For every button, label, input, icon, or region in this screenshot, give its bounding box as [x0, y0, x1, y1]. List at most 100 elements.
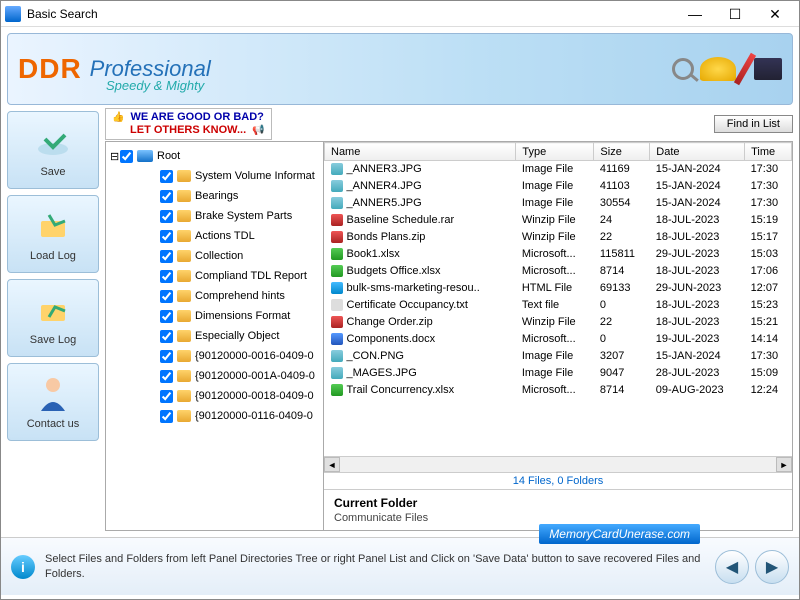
maximize-button[interactable]: ☐ — [715, 2, 755, 26]
table-row[interactable]: Bonds Plans.zipWinzip File2218-JUL-20231… — [325, 229, 792, 246]
table-row[interactable]: bulk-sms-marketing-resou..HTML File69133… — [325, 280, 792, 297]
column-header[interactable]: Time — [745, 143, 792, 161]
file-icon — [331, 333, 343, 345]
table-row[interactable]: Components.docxMicrosoft...019-JUL-20231… — [325, 331, 792, 348]
tree-item[interactable]: {90120000-0016-0409-0 — [110, 346, 319, 366]
tree-item[interactable]: System Volume Informat — [110, 166, 319, 186]
tree-item-label: {90120000-0116-0409-0 — [195, 410, 313, 422]
book-icon — [754, 58, 782, 80]
table-row[interactable]: _ANNER5.JPGImage File3055415-JAN-202417:… — [325, 195, 792, 212]
tree-item[interactable]: Bearings — [110, 186, 319, 206]
folder-save-icon — [33, 290, 73, 330]
feedback-line1: WE ARE GOOD OR BAD? — [130, 111, 263, 123]
tree-item-label: Actions TDL — [195, 230, 255, 242]
sidebar-item-label: Contact us — [27, 418, 80, 430]
tree-item[interactable]: Brake System Parts — [110, 206, 319, 226]
file-icon — [331, 163, 343, 175]
table-row[interactable]: _MAGES.JPGImage File904728-JUL-202315:09 — [325, 365, 792, 382]
feedback-banner[interactable]: 👍 WE ARE GOOD OR BAD? LET OTHERS KNOW...… — [105, 108, 272, 140]
tree-checkbox[interactable] — [160, 310, 173, 323]
load-log-button[interactable]: Load Log — [7, 195, 99, 273]
tree-root[interactable]: ⊟Root — [110, 146, 319, 166]
brand-tagline: Speedy & Mighty — [106, 78, 204, 93]
table-row[interactable]: Change Order.zipWinzip File2218-JUL-2023… — [325, 314, 792, 331]
tree-item[interactable]: {90120000-0116-0409-0 — [110, 406, 319, 426]
table-row[interactable]: Budgets Office.xlsxMicrosoft...871418-JU… — [325, 263, 792, 280]
feedback-line2: LET OTHERS KNOW... — [130, 124, 246, 136]
tree-checkbox[interactable] — [160, 190, 173, 203]
tree-checkbox[interactable] — [160, 230, 173, 243]
watermark-link[interactable]: MemoryCardUnerase.com — [539, 524, 700, 544]
close-button[interactable]: ✕ — [755, 2, 795, 26]
current-folder-value: Communicate Files — [334, 512, 782, 524]
info-icon: i — [11, 555, 35, 579]
sidebar-item-label: Save — [40, 166, 65, 178]
table-row[interactable]: _CON.PNGImage File320715-JAN-202417:30 — [325, 348, 792, 365]
folder-icon — [177, 170, 191, 182]
column-header[interactable]: Date — [650, 143, 745, 161]
folder-icon — [177, 270, 191, 282]
brand-logo: DDR — [18, 53, 82, 85]
tree-checkbox[interactable] — [160, 370, 173, 383]
tree-item[interactable]: Compliand TDL Report — [110, 266, 319, 286]
tree-item[interactable]: {90120000-0018-0409-0 — [110, 386, 319, 406]
file-summary: 14 Files, 0 Folders — [324, 472, 792, 489]
tree-item-label: Bearings — [195, 190, 238, 202]
next-button[interactable]: ▶ — [755, 550, 789, 584]
tree-item-label: {90120000-0018-0409-0 — [195, 390, 314, 402]
file-icon — [331, 248, 343, 260]
tree-item[interactable]: Actions TDL — [110, 226, 319, 246]
tree-item-label: Compliand TDL Report — [195, 270, 307, 282]
tree-root-label: Root — [157, 150, 180, 162]
file-table[interactable]: NameTypeSizeDateTime _ANNER3.JPGImage Fi… — [324, 142, 792, 456]
table-row[interactable]: Trail Concurrency.xlsxMicrosoft...871409… — [325, 382, 792, 399]
tree-item-label: Collection — [195, 250, 243, 262]
save-icon — [33, 122, 73, 162]
tree-checkbox[interactable] — [120, 150, 133, 163]
tree-checkbox[interactable] — [160, 170, 173, 183]
directory-tree[interactable]: ⊟Root System Volume Informat Bearings Brak… — [106, 142, 324, 530]
tree-checkbox[interactable] — [160, 250, 173, 263]
save-log-button[interactable]: Save Log — [7, 279, 99, 357]
horizontal-scrollbar[interactable]: ◄► — [324, 456, 792, 472]
find-in-list-button[interactable]: Find in List — [714, 115, 793, 133]
column-header[interactable]: Name — [325, 143, 516, 161]
prev-button[interactable]: ◀ — [715, 550, 749, 584]
scroll-left-icon[interactable]: ◄ — [324, 457, 340, 472]
file-icon — [331, 180, 343, 192]
scroll-right-icon[interactable]: ► — [776, 457, 792, 472]
tree-checkbox[interactable] — [160, 210, 173, 223]
table-row[interactable]: _ANNER3.JPGImage File4116915-JAN-202417:… — [325, 161, 792, 178]
table-row[interactable]: Certificate Occupancy.txtText file018-JU… — [325, 297, 792, 314]
minimize-button[interactable]: — — [675, 2, 715, 26]
tree-item[interactable]: Comprehend hints — [110, 286, 319, 306]
table-row[interactable]: Baseline Schedule.rarWinzip File2418-JUL… — [325, 212, 792, 229]
footer: i Select Files and Folders from left Pan… — [1, 537, 799, 595]
tree-checkbox[interactable] — [160, 290, 173, 303]
tree-item-label: Dimensions Format — [195, 310, 290, 322]
banner: DDR Professional Speedy & Mighty — [7, 33, 793, 105]
tree-checkbox[interactable] — [160, 410, 173, 423]
table-row[interactable]: _ANNER4.JPGImage File4110315-JAN-202417:… — [325, 178, 792, 195]
folder-icon — [177, 330, 191, 342]
hardhat-icon — [700, 57, 736, 81]
tree-item[interactable]: {90120000-001A-0409-0 — [110, 366, 319, 386]
tree-item-label: Especially Object — [195, 330, 279, 342]
magnifier-icon — [672, 58, 694, 80]
tree-item-label: Brake System Parts — [195, 210, 292, 222]
tree-item[interactable]: Especially Object — [110, 326, 319, 346]
tree-item[interactable]: Dimensions Format — [110, 306, 319, 326]
file-icon — [331, 265, 343, 277]
tree-checkbox[interactable] — [160, 350, 173, 363]
save-button[interactable]: Save — [7, 111, 99, 189]
tree-checkbox[interactable] — [160, 270, 173, 283]
contact-us-button[interactable]: Contact us — [7, 363, 99, 441]
tree-checkbox[interactable] — [160, 330, 173, 343]
column-header[interactable]: Type — [516, 143, 594, 161]
table-row[interactable]: Book1.xlsxMicrosoft...11581129-JUL-20231… — [325, 246, 792, 263]
tree-item-label: {90120000-0016-0409-0 — [195, 350, 314, 362]
file-icon — [331, 197, 343, 209]
column-header[interactable]: Size — [594, 143, 650, 161]
tree-checkbox[interactable] — [160, 390, 173, 403]
tree-item[interactable]: Collection — [110, 246, 319, 266]
